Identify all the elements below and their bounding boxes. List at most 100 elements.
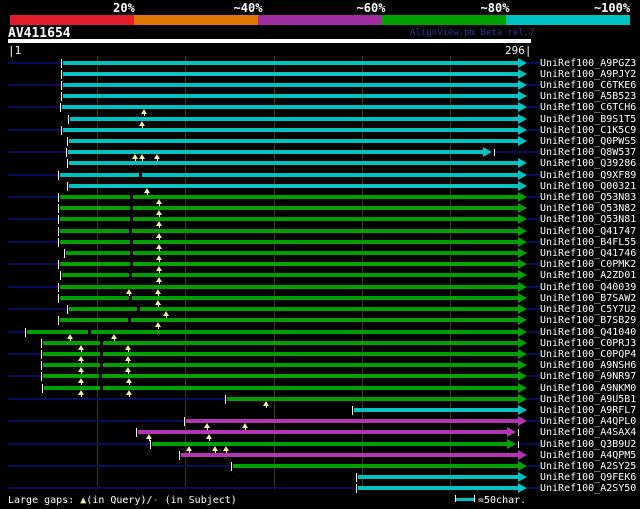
hit-bar[interactable] bbox=[60, 240, 518, 244]
hit-start-tick bbox=[58, 260, 59, 269]
hit-bar[interactable] bbox=[43, 374, 518, 378]
hit-label[interactable]: UniRef100_Q41746 bbox=[540, 248, 636, 259]
row-baseline-left bbox=[8, 84, 61, 86]
gap-legend-query-text: (in Query)/ bbox=[86, 495, 152, 506]
hit-label[interactable]: UniRef100_A2SY50 bbox=[540, 483, 636, 494]
row-baseline-left bbox=[8, 218, 58, 220]
hit-label[interactable]: UniRef100_C0PQP4 bbox=[540, 349, 636, 360]
hit-bar[interactable] bbox=[68, 150, 483, 154]
hit-bar[interactable] bbox=[44, 386, 518, 390]
hit-bar[interactable] bbox=[43, 363, 518, 367]
hit-label[interactable]: UniRef100_Q41040 bbox=[540, 327, 636, 338]
hit-arrowhead-icon bbox=[518, 327, 527, 337]
hit-label[interactable]: UniRef100_C0PMK2 bbox=[540, 259, 636, 270]
hit-start-tick bbox=[60, 271, 61, 280]
hit-label[interactable]: UniRef100_Q0PWS5 bbox=[540, 136, 636, 147]
hit-label[interactable]: UniRef100_Q40039 bbox=[540, 282, 636, 293]
row-baseline-left bbox=[8, 196, 58, 198]
hit-bar[interactable] bbox=[69, 161, 518, 165]
hit-label[interactable]: UniRef100_Q8W537 bbox=[540, 147, 636, 158]
hit-label[interactable]: UniRef100_B9S1T5 bbox=[540, 114, 636, 125]
hit-label[interactable]: UniRef100_A9NKM0 bbox=[540, 383, 636, 394]
hit-bar[interactable] bbox=[63, 94, 518, 98]
hit-label[interactable]: UniRef100_A9PGZ3 bbox=[540, 58, 636, 69]
hit-bar[interactable] bbox=[60, 206, 518, 210]
hit-label[interactable]: UniRef100_A9PJY2 bbox=[540, 69, 636, 80]
hit-arrowhead-icon bbox=[518, 237, 527, 247]
hit-label[interactable]: UniRef100_Q39286 bbox=[540, 158, 636, 169]
hit-bar[interactable] bbox=[63, 72, 518, 76]
hit-label[interactable]: UniRef100_A4SAX4 bbox=[540, 427, 636, 438]
hit-arrowhead-icon bbox=[518, 349, 527, 359]
hit-label[interactable]: UniRef100_A9U5B1 bbox=[540, 394, 636, 405]
hit-arrowhead-icon bbox=[518, 483, 527, 493]
hit-start-tick bbox=[352, 406, 353, 415]
size-legend-line bbox=[456, 498, 474, 501]
hit-bar[interactable] bbox=[70, 117, 518, 121]
row-baseline-right bbox=[520, 443, 540, 445]
hit-bar[interactable] bbox=[354, 408, 518, 412]
hit-bar[interactable] bbox=[233, 464, 518, 468]
scale-label-80: ~80% bbox=[481, 1, 510, 15]
hit-label[interactable]: UniRef100_Q00321 bbox=[540, 181, 636, 192]
hit-bar[interactable] bbox=[63, 128, 518, 132]
hit-bar[interactable] bbox=[60, 195, 518, 199]
hit-label[interactable]: UniRef100_C6TCH6 bbox=[540, 102, 636, 113]
hit-label[interactable]: UniRef100_C1K5C9 bbox=[540, 125, 636, 136]
hit-label[interactable]: UniRef100_A9NR97 bbox=[540, 371, 636, 382]
hit-label[interactable]: UniRef100_A5B523 bbox=[540, 91, 636, 102]
subject-gap-mark bbox=[128, 318, 131, 322]
hit-label[interactable]: UniRef100_C6TKE6 bbox=[540, 80, 636, 91]
hit-bar[interactable] bbox=[43, 352, 518, 356]
hit-bar[interactable] bbox=[358, 475, 518, 479]
row-baseline-right bbox=[527, 286, 540, 288]
row-baseline-left bbox=[8, 375, 41, 377]
query-gap-triangle-stem bbox=[81, 383, 82, 385]
row-baseline-right bbox=[527, 218, 540, 220]
hit-label[interactable]: UniRef100_A2ZD01 bbox=[540, 270, 636, 281]
hit-bar[interactable] bbox=[63, 83, 518, 87]
hit-label[interactable]: UniRef100_Q9FEK6 bbox=[540, 472, 636, 483]
hit-label[interactable]: UniRef100_C0PRJ3 bbox=[540, 338, 636, 349]
hit-bar[interactable] bbox=[181, 453, 518, 457]
hit-label[interactable]: UniRef100_B7SAW2 bbox=[540, 293, 636, 304]
hit-label[interactable]: UniRef100_Q3B9U2 bbox=[540, 439, 636, 450]
hit-bar[interactable] bbox=[43, 341, 518, 345]
hit-bar[interactable] bbox=[227, 397, 518, 401]
hit-label[interactable]: UniRef100_A4QPL0 bbox=[540, 416, 636, 427]
hit-arrowhead-icon bbox=[518, 383, 527, 393]
hit-bar[interactable] bbox=[69, 139, 518, 143]
hit-bar[interactable] bbox=[60, 173, 518, 177]
hit-bar[interactable] bbox=[63, 61, 518, 65]
hit-label[interactable]: UniRef100_C5Y7U2 bbox=[540, 304, 636, 315]
hit-label[interactable]: UniRef100_Q53N83 bbox=[540, 192, 636, 203]
gap-legend: Large gaps: ▲(in Query)/- (in Subject) bbox=[8, 495, 237, 506]
hit-bar[interactable] bbox=[60, 217, 518, 221]
hit-bar[interactable] bbox=[66, 251, 518, 255]
hit-bar[interactable] bbox=[62, 105, 518, 109]
hit-label[interactable]: UniRef100_A2SY25 bbox=[540, 461, 636, 472]
hit-label[interactable]: UniRef100_A4QPM5 bbox=[540, 450, 636, 461]
hit-bar[interactable] bbox=[69, 184, 518, 188]
hit-arrowhead-icon bbox=[518, 125, 527, 135]
hit-label[interactable]: UniRef100_A9NSH6 bbox=[540, 360, 636, 371]
hit-label[interactable]: UniRef100_Q53N82 bbox=[540, 203, 636, 214]
scale-segment-100 bbox=[506, 15, 630, 25]
hit-bar[interactable] bbox=[358, 486, 518, 490]
hit-bar[interactable] bbox=[27, 330, 518, 334]
hit-label[interactable]: UniRef100_A9RFL7 bbox=[540, 405, 636, 416]
hit-label[interactable]: UniRef100_Q9XF89 bbox=[540, 170, 636, 181]
hit-bar[interactable] bbox=[186, 419, 518, 423]
hit-label[interactable]: UniRef100_Q41747 bbox=[540, 226, 636, 237]
hit-bar[interactable] bbox=[60, 262, 518, 266]
hit-label[interactable]: UniRef100_B4FL55 bbox=[540, 237, 636, 248]
row-baseline-right bbox=[527, 308, 540, 310]
hit-label[interactable]: UniRef100_Q53N81 bbox=[540, 214, 636, 225]
size-legend-label: =50char. bbox=[478, 495, 526, 506]
hit-bar[interactable] bbox=[138, 430, 507, 434]
hit-bar[interactable] bbox=[152, 442, 507, 446]
hit-start-tick bbox=[58, 294, 59, 303]
query-gap-triangle-stem bbox=[159, 282, 160, 284]
hit-label[interactable]: UniRef100_B7SB29 bbox=[540, 315, 636, 326]
row-baseline-left bbox=[8, 308, 67, 310]
